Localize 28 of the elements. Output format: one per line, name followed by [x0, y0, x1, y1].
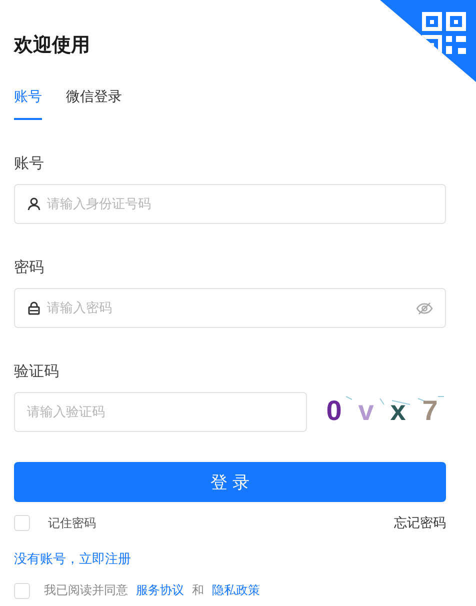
captcha-character: v — [358, 395, 374, 427]
field-label: 密码 — [14, 258, 45, 278]
login-button[interactable]: 登 录 — [14, 462, 446, 502]
qr-code-icon[interactable] — [422, 12, 468, 54]
field-label: 账号 — [14, 154, 45, 174]
privacy-policy-link[interactable]: 隐私政策 — [212, 582, 260, 599]
remember-label: 记住密码 — [48, 514, 96, 532]
agreement-text: 我已阅读并同意 — [44, 582, 128, 599]
eye-hidden-icon[interactable] — [416, 302, 433, 314]
input-field[interactable]: 请输入密码 — [14, 288, 446, 328]
checkbox[interactable] — [14, 515, 30, 531]
input-field[interactable]: 请输入验证码 — [14, 392, 307, 432]
checkbox[interactable] — [14, 582, 30, 598]
captcha-image[interactable]: 0 v x 7 — [318, 392, 446, 430]
forgot-password-link[interactable]: 忘记密码 — [394, 514, 446, 532]
agreement-text: 和 — [192, 582, 204, 599]
tab[interactable]: 微信登录 — [66, 88, 122, 120]
field-label: 验证码 — [14, 362, 60, 382]
captcha-character: 7 — [422, 395, 438, 427]
captcha-character: x — [390, 395, 406, 427]
service-agreement-link[interactable]: 服务协议 — [136, 582, 184, 599]
tab[interactable]: 账号 — [14, 88, 42, 120]
user-icon — [27, 197, 41, 211]
lock-icon — [27, 301, 41, 315]
register-link[interactable]: 没有账号，立即注册 — [14, 550, 131, 568]
page-title: 欢迎使用 — [14, 33, 90, 58]
captcha-character: 0 — [326, 395, 342, 427]
input-field[interactable]: 请输入身份证号码 — [14, 184, 446, 224]
